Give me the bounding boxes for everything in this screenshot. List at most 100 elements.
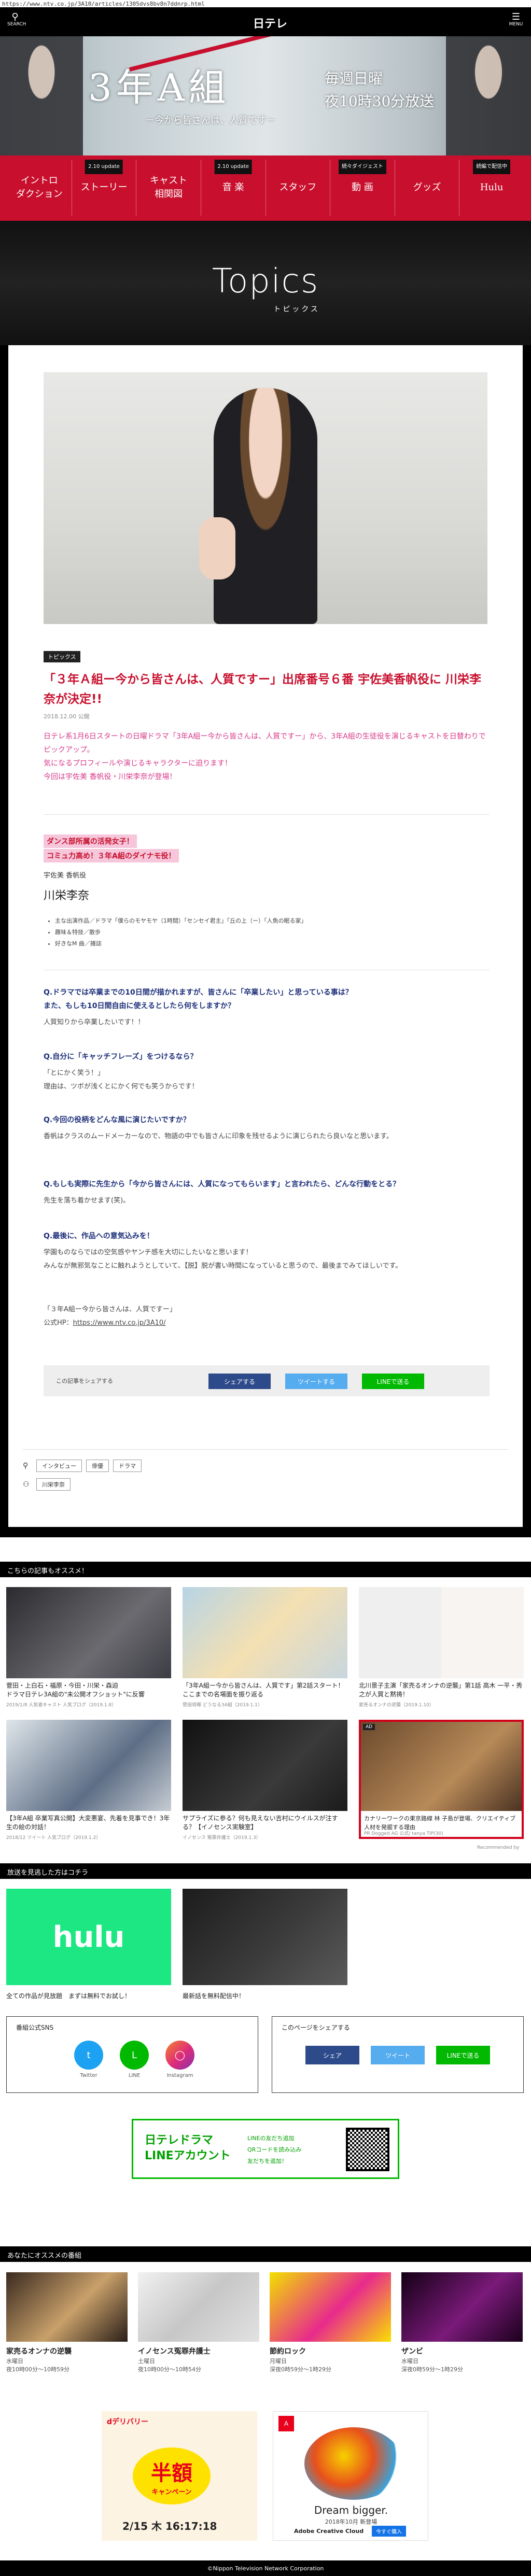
topics-banner: Topics トピックス xyxy=(0,221,531,345)
people-tag-chip[interactable]: 川栄李奈 xyxy=(36,1478,71,1491)
program-meta: 月曜日 深夜0時59分〜1時29分 xyxy=(270,2357,331,2374)
twitter-icon[interactable]: t xyxy=(74,2041,103,2070)
nav-staff[interactable]: スタッフ xyxy=(265,160,330,216)
line-share-button[interactable]: LINEで送る xyxy=(362,1374,424,1389)
url-bar[interactable]: https://www.ntv.co.jp/3A10/articles/1305… xyxy=(0,0,531,7)
nav-video[interactable]: 続々ダイジェスト動 画 xyxy=(330,160,395,216)
ad-card[interactable]: AD カナリーワークの東京路線 林 子島が登場、クリエイティブ人材を発掘する理由… xyxy=(359,1720,524,1839)
lead-line: 今回は宇佐美 香帆役・川栄李奈が登場！ xyxy=(44,773,177,781)
program-time: 夜10時00分〜10時54分 xyxy=(138,2366,201,2373)
adobe-ad[interactable]: A Dream bigger. 2018年10月 新登場 Adobe Creat… xyxy=(273,2411,428,2541)
hulu-banner[interactable]: hulu xyxy=(6,1889,171,1985)
program-title[interactable]: 家売るオンナの逆襲 xyxy=(6,2346,72,2356)
hamburger-icon: ☰ xyxy=(511,11,521,22)
recommend-meta: 2019/1/8 人気者キャスト 人気ブログ（2019.1.8） xyxy=(6,1703,117,1708)
line-bullet: LINEの友だち追加 xyxy=(247,2135,295,2142)
search-button[interactable]: ⚲ SEARCH xyxy=(7,12,26,27)
program-day: 月曜日 xyxy=(270,2358,287,2365)
topics-subtitle: トピックス xyxy=(273,305,320,314)
nav-story[interactable]: 2.10 update ストーリー xyxy=(71,160,136,216)
tag-chip[interactable]: 俳優 xyxy=(86,1460,109,1472)
nav-label: キャスト 相関図 xyxy=(150,175,188,200)
program-time: 夜10時00分〜10時59分 xyxy=(6,2366,69,2373)
article-wrapper: トピックス 「３年Ａ組ー今から皆さんは、人質ですー」出席番号６番 宇佐美香帆役に… xyxy=(0,345,531,1537)
official-hp-link[interactable]: https://www.ntv.co.jp/3A10/ xyxy=(73,1319,166,1327)
profile-list: 主な出演作品／ドラマ「僕らのモヤモヤ（1時間）「センセイ君主」「丘の上（ー）「人… xyxy=(48,915,307,950)
recommend-thumb[interactable] xyxy=(359,1587,524,1678)
recommend-caption[interactable]: サプライズに参る？何も見えない吉村にウイルスが注する？【イノセンス実験室】 xyxy=(183,1814,348,1832)
program-meta: 水曜日 深夜0時59分〜1時29分 xyxy=(401,2357,463,2374)
adobe-buy-button[interactable]: 今すぐ購入 xyxy=(372,2526,406,2537)
line-icon[interactable]: L xyxy=(120,2041,149,2070)
profile-role: 宇佐美 香帆役 xyxy=(44,872,87,880)
hero-banner: 3年A組 －今から皆さんは、人質です－ 毎週日曜 夜10時30分放送 xyxy=(0,36,531,155)
program-title[interactable]: イノセンス冤罪弁護士 xyxy=(138,2346,211,2356)
sns-box: 番組公式SNS t Twitter L LINE ◯ Instagram xyxy=(6,2016,258,2093)
line-account-banner[interactable]: 日テレドラマ LINEアカウント LINEの友だち追加 QRコードを読み込み 友… xyxy=(132,2119,399,2179)
qa-question: Q.最後に、作品への意気込みを！ xyxy=(44,1232,154,1240)
twitter-label: Twitter xyxy=(80,2073,97,2078)
program-thumb[interactable] xyxy=(401,2272,523,2342)
actress-figure xyxy=(214,388,317,624)
recommend-caption[interactable]: 【3年A組 卒業写真公開】大変悪宴、先着を見事でき！3年生の絵の対話！ xyxy=(6,1814,172,1832)
program-title[interactable]: ザンビ xyxy=(401,2346,423,2356)
topics-title: Topics xyxy=(212,262,319,301)
menu-button[interactable]: ☰ MENU xyxy=(508,12,524,27)
twitter-page-share[interactable]: ツイート xyxy=(371,2046,425,2064)
line-page-share[interactable]: LINEで送る xyxy=(436,2046,490,2064)
ntv-logo[interactable]: 日テレ xyxy=(253,15,287,31)
recommend-caption[interactable]: 北川景子主演「家売るオンナの逆襲」第1話 高木 一平・秀之が人質と黙祷！ xyxy=(359,1681,525,1699)
program-time: 深夜0時59分〜1時29分 xyxy=(270,2366,331,2373)
program-nav: イントロ ダクション 2.10 update ストーリー キャスト 相関図 2.1… xyxy=(0,155,531,221)
nav-label: グッズ xyxy=(413,182,441,193)
line-banner-title-1: 日テレドラマ xyxy=(145,2134,214,2147)
program-title[interactable]: 節約ロック xyxy=(270,2346,306,2356)
qa-answer: 先生を落ち着かせます(笑)。 xyxy=(44,1197,130,1205)
share-bar: この記事をシェアする シェアする ツイートする LINEで送る xyxy=(44,1365,490,1396)
nav-hulu[interactable]: 続編で配信中 Hulu xyxy=(459,160,524,216)
nav-cast[interactable]: キャスト 相関図 xyxy=(136,160,201,216)
recommend-thumb[interactable] xyxy=(183,1720,347,1811)
programs-header: あなたにオススメの番組 xyxy=(0,2246,531,2262)
category-tag[interactable]: トピックス xyxy=(44,651,80,662)
show-subtitle: －今から皆さんは、人質です－ xyxy=(145,115,276,126)
divider xyxy=(23,1449,508,1450)
recommend-caption[interactable]: 「3年A組ー今から皆さんは、人質です」第2話スタート！ここまでの名場面を振り返る xyxy=(183,1681,348,1699)
program-time: 深夜0時59分〜1時29分 xyxy=(401,2366,463,2373)
nav-introduction[interactable]: イントロ ダクション xyxy=(7,160,72,216)
program-thumb[interactable] xyxy=(270,2272,391,2342)
recommend-meta: イノセンス 冤罪弁護士（2019.1.3） xyxy=(183,1835,261,1841)
program-thumb[interactable] xyxy=(138,2272,259,2342)
program-day: 水曜日 xyxy=(401,2358,418,2365)
delivery-ad[interactable]: dデリバリー 半額 キャンペーン 2/15 木 16:17:18 xyxy=(102,2411,257,2541)
adobe-artwork xyxy=(304,2427,403,2500)
qa-question: Q.今回の役柄をどんな風に演じたいですか？ xyxy=(44,1116,190,1124)
instagram-icon[interactable]: ◯ xyxy=(165,2041,194,2070)
nav-label: 音 楽 xyxy=(222,182,244,193)
menu-label: MENU xyxy=(509,22,523,27)
page-share-box: このページをシェアする シェア ツイート LINEで送る xyxy=(272,2016,524,2093)
twitter-share-button[interactable]: ツイートする xyxy=(285,1374,347,1389)
nav-goods[interactable]: グッズ xyxy=(394,160,459,216)
qa-answer: 学園ものならではの空気感やヤンチ感を大切にしたいなと思います！ みんなが無邪気な… xyxy=(44,1249,402,1270)
program-thumb[interactable] xyxy=(6,2272,128,2342)
hulu-caption: 全ての作品が見放題 まずは無料でお試し！ xyxy=(6,1992,131,2000)
tag-chip[interactable]: インタビュー xyxy=(36,1460,82,1472)
nav-label: スタッフ xyxy=(279,182,317,193)
delivery-badge: 半額 キャンペーン xyxy=(133,2447,211,2504)
recommend-thumb[interactable] xyxy=(6,1587,171,1678)
recommend-caption[interactable]: 菅田・上白石・福原・今田・川栄・森迫 ドラマ日テレ3A組の"未公開オフショット"… xyxy=(6,1681,172,1699)
airtime-day: 毎週日曜 xyxy=(325,70,383,87)
recommend-thumb[interactable] xyxy=(183,1587,347,1678)
qr-code xyxy=(346,2128,389,2171)
global-header: ⚲ SEARCH 日テレ ☰ MENU xyxy=(0,7,531,36)
facebook-share-button[interactable]: シェアする xyxy=(208,1374,271,1389)
delivery-title: 半額 xyxy=(151,2461,192,2485)
clip-banner[interactable] xyxy=(183,1889,347,1985)
ad-image xyxy=(361,1722,522,1811)
tag-chip[interactable]: ドラマ xyxy=(113,1460,142,1472)
facebook-page-share[interactable]: シェア xyxy=(305,2046,359,2064)
recommend-thumb[interactable] xyxy=(6,1720,171,1811)
nav-music[interactable]: 2.10 update 音 楽 xyxy=(200,160,266,216)
official-hp-label: 公式HP： xyxy=(44,1319,73,1327)
